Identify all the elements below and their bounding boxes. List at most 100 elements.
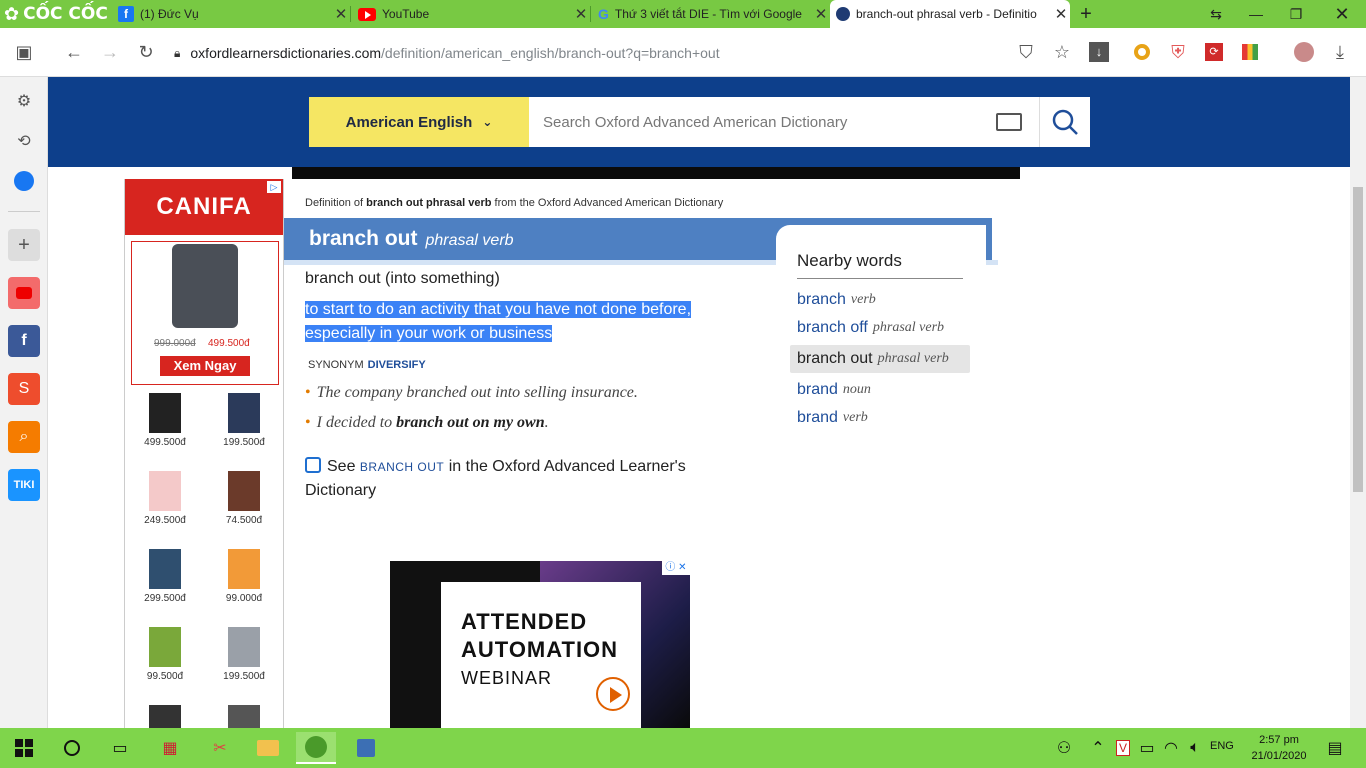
windows-icon [15, 739, 33, 757]
snipping-icon: ✂ [213, 740, 227, 757]
nearby-item[interactable]: brand noun [790, 376, 871, 404]
product-image[interactable] [228, 705, 260, 728]
maximize-button[interactable]: ❐ [1276, 0, 1316, 28]
taskbar-app-explorer[interactable] [248, 732, 288, 764]
unikey-tray[interactable]: V [1112, 732, 1134, 764]
bookmark-button[interactable]: ☆ [1048, 38, 1076, 66]
new-price: 499.500đ [208, 338, 250, 349]
save-page-button[interactable]: ↓ [1085, 38, 1113, 66]
tab-youtube[interactable]: YouTube ✕ [352, 0, 590, 28]
downloads-button[interactable]: ⤓ [1326, 38, 1354, 66]
page-scrollbar[interactable] [1350, 77, 1366, 728]
clock-time: 2:57 pm [1259, 734, 1299, 746]
video-ad[interactable]: ATTENDED AUTOMATION WEBINAR ⓘ ✕ [390, 561, 690, 728]
tab-title: Thứ 3 viết tắt DIE - Tìm với Google [614, 7, 802, 21]
nearby-item[interactable]: branch off phrasal verb [790, 314, 944, 342]
nearby-word: brand [797, 381, 838, 398]
close-tab-icon[interactable]: ✕ [812, 5, 830, 23]
taskbar-app-coccoc[interactable] [296, 732, 336, 764]
nearby-item-current[interactable]: branch out phrasal verb [790, 345, 970, 373]
tab-list-icon: ⇆ [1210, 5, 1222, 22]
close-window-button[interactable]: ✕ [1322, 0, 1362, 28]
scrollbar-thumb[interactable] [1353, 187, 1363, 492]
show-hidden-icons[interactable]: ⌃ [1088, 732, 1108, 764]
nearby-title: Nearby words [797, 251, 902, 270]
close-tab-icon[interactable]: ✕ [572, 5, 590, 23]
nearby-item[interactable]: brand verb [790, 404, 868, 432]
sidebar-facebook[interactable]: f [8, 325, 40, 357]
close-tab-icon[interactable]: ✕ [332, 5, 350, 23]
paint-icon: ▦ [162, 740, 178, 757]
product-tile[interactable]: 199.500đ [209, 393, 279, 463]
product-tile[interactable]: 299.500đ [130, 549, 200, 619]
ad-close-icon[interactable]: ⓘ ✕ [662, 561, 690, 575]
product-tile[interactable]: 249.500đ [130, 471, 200, 541]
forward-button[interactable]: → [96, 38, 124, 66]
tab-google[interactable]: G Thứ 3 viết tắt DIE - Tìm với Google ✕ [592, 0, 830, 28]
product-tile[interactable]: 99.500đ [130, 627, 200, 697]
history-icon: ⟲ [17, 133, 31, 150]
task-view-button[interactable]: ▭ [100, 732, 140, 764]
reload-button[interactable]: ↻ [132, 38, 160, 66]
add-panel-button[interactable]: + [8, 229, 40, 261]
taskbar-app-other[interactable] [346, 732, 386, 764]
product-tile[interactable]: 74.500đ [209, 471, 279, 541]
address-bar[interactable]: 🔒︎ oxfordlearnersdictionaries.com/defini… [174, 38, 1118, 68]
keyboard-icon[interactable] [996, 113, 1022, 131]
minimize-button[interactable]: — [1236, 0, 1276, 28]
profile-button[interactable] [1290, 38, 1318, 66]
headword: branch out [309, 227, 418, 250]
nearby-item[interactable]: branch verb [790, 286, 876, 314]
clock[interactable]: 2:57 pm 21/01/2020 [1244, 732, 1314, 764]
extension-chrome[interactable] [1128, 38, 1156, 66]
product-image[interactable] [149, 705, 181, 728]
search-button[interactable] [1039, 97, 1090, 147]
extension-adblock[interactable]: ⛨ [1164, 38, 1192, 66]
network-tray[interactable]: ◠ [1160, 732, 1182, 764]
extension-colors[interactable] [1236, 38, 1264, 66]
new-tab-button[interactable]: + [1066, 0, 1106, 28]
battery-tray[interactable]: ▭ [1136, 732, 1158, 764]
input-language[interactable]: ENG [1210, 740, 1234, 752]
sidebar-tiki[interactable]: TIKI [8, 469, 40, 501]
tab-facebook[interactable]: f (1) Đức Vụ ✕ [112, 0, 350, 28]
top-ad-strip[interactable] [292, 167, 1020, 179]
canifa-ad[interactable]: CANIFA ▷ 999.000đ 499.500đ Xem Ngay 499.… [124, 179, 284, 728]
minimize-icon: — [1249, 6, 1263, 22]
tab-oxford[interactable]: branch-out phrasal verb - Definitio ✕ [830, 0, 1070, 28]
search-input[interactable]: Search Oxford Advanced American Dictiona… [529, 97, 1039, 147]
extension-red[interactable]: ⟳ [1200, 38, 1228, 66]
adchoices-icon[interactable]: ▷ [267, 181, 281, 193]
external-link-icon[interactable] [305, 457, 321, 473]
sidebar-youtube[interactable] [8, 277, 40, 309]
people-button[interactable]: ⚇ [1052, 732, 1076, 764]
product-tile[interactable]: 499.500đ [130, 393, 200, 463]
coccoc-menu-button[interactable]: ✿ CỐC CỐC [0, 0, 110, 28]
taskbar-app-paint[interactable]: ▦ [150, 732, 190, 764]
messenger-button[interactable] [8, 165, 40, 197]
play-icon[interactable] [596, 677, 630, 711]
synonym-link[interactable]: DIVERSIFY [368, 359, 426, 371]
shield-button[interactable]: ⛉ [1012, 38, 1040, 66]
shop-now-button[interactable]: Xem Ngay [160, 356, 250, 376]
restore-tabs-button[interactable]: ⇆ [1196, 0, 1236, 28]
action-center-button[interactable]: ▤ [1318, 732, 1352, 764]
back-button[interactable]: ← [60, 38, 88, 66]
search-taskbar-button[interactable] [52, 732, 92, 764]
settings-button[interactable]: ⚙ [8, 85, 40, 117]
nearby-word: branch out [797, 350, 873, 367]
sidebar-search[interactable]: ⌕ [8, 421, 40, 453]
featured-product[interactable]: 999.000đ 499.500đ Xem Ngay [131, 241, 279, 385]
language-selector[interactable]: American English ⌄ [309, 97, 529, 147]
sidebar-shopee[interactable]: S [8, 373, 40, 405]
volume-tray[interactable]: 🔈︎ [1184, 732, 1206, 764]
product-price: 199.500đ [223, 671, 265, 682]
start-button[interactable] [4, 732, 44, 764]
sidebar-toggle-button[interactable]: ▣ [10, 38, 38, 66]
see-link[interactable]: BRANCH OUT [360, 460, 444, 474]
history-button[interactable]: ⟲ [8, 125, 40, 157]
url-path: /definition/american_english/branch-out?… [381, 45, 720, 61]
product-tile[interactable]: 99.000đ [209, 549, 279, 619]
taskbar-app-snipping[interactable]: ✂ [200, 732, 240, 764]
product-tile[interactable]: 199.500đ [209, 627, 279, 697]
